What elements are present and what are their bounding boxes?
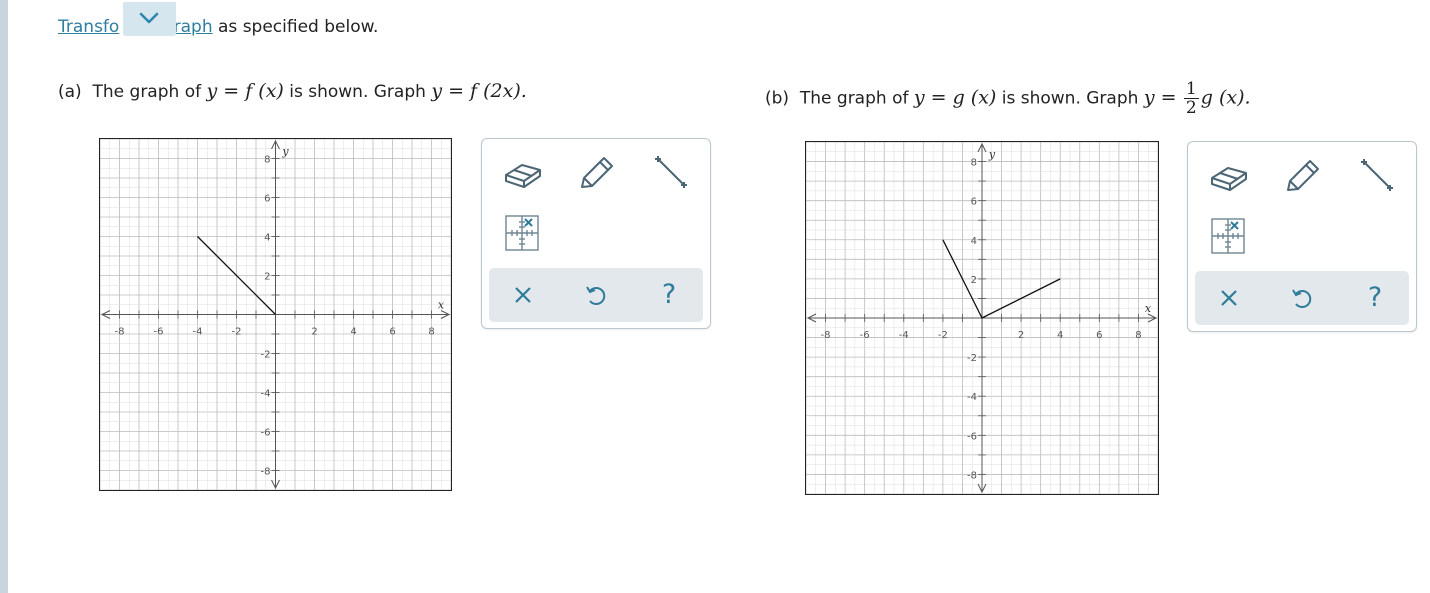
x-tick-label: 8 (428, 327, 434, 338)
y-axis-label: y (988, 148, 996, 161)
tool-panel-b: ? (1187, 141, 1417, 332)
clear-button[interactable] (1211, 280, 1247, 316)
y-axis-label: y (281, 145, 289, 158)
fraction-numerator: 1 (1183, 79, 1199, 99)
y-tick-label: 2 (971, 275, 977, 286)
part-b-heading: (b) The graph of y = g (x) is shown. Gra… (765, 80, 1251, 117)
part-a-target: y = f (2x). (431, 80, 527, 102)
y-tick-label: -6 (261, 428, 271, 439)
toolbar-a: ? (489, 268, 703, 322)
part-a-given: y = f (x) (206, 80, 284, 102)
undo-icon (586, 286, 606, 305)
y-tick-label: -4 (967, 392, 977, 403)
part-a-heading: (a) The graph of y = f (x) is shown. Gra… (58, 80, 527, 103)
instruction-end: as specified below. (212, 17, 379, 37)
eraser-icon (1211, 167, 1247, 191)
x-tick-label: -2 (232, 327, 242, 338)
fraction: 1 2 (1183, 79, 1199, 118)
x-tick-label: -4 (899, 330, 909, 341)
x-tick-label: -6 (154, 327, 164, 338)
fraction-denominator: 2 (1185, 98, 1197, 118)
line-tool[interactable] (1356, 156, 1398, 198)
help-icon: ? (1367, 282, 1383, 313)
x-tick-label: 2 (1018, 330, 1024, 341)
pencil-icon (581, 157, 613, 188)
x-tick-label: 4 (1057, 330, 1063, 341)
x-tick-label: 6 (1096, 330, 1102, 341)
help-button[interactable]: ? (1357, 280, 1393, 316)
transform-link[interactable]: Transfo (58, 17, 119, 37)
graph-a-canvas[interactable]: -8 -6 -4 -2 2 4 6 8 8 6 4 2 -2 -4 -6 -8 x y (100, 139, 451, 490)
y-tick-label: 4 (264, 233, 270, 244)
x-tick-label: 6 (389, 327, 395, 338)
chevron-down-icon (139, 12, 159, 24)
eraser-tool[interactable] (1208, 156, 1250, 198)
x-tick-label: -6 (860, 330, 870, 341)
x-tick-label: 4 (350, 327, 356, 338)
part-b-target-prefix: y = (1143, 86, 1177, 109)
y-tick-label: 8 (264, 155, 270, 166)
point-tool[interactable] (1208, 216, 1250, 258)
x-tick-label: -8 (115, 327, 125, 338)
pencil-icon (1287, 160, 1319, 191)
x-tick-label: 2 (311, 327, 317, 338)
pencil-tool[interactable] (576, 151, 618, 193)
toolbar-b: ? (1195, 271, 1409, 325)
y-tick-label: -6 (967, 431, 977, 442)
help-button[interactable]: ? (651, 277, 687, 313)
y-tick-label: -8 (261, 467, 271, 478)
x-axis-label: x (438, 299, 445, 312)
point-tool[interactable] (502, 213, 544, 255)
part-b-lead: The graph of (799, 88, 909, 109)
x-tick-label: 8 (1135, 330, 1141, 341)
clear-icon (1221, 290, 1237, 306)
graph-b[interactable]: -8 -6 -4 -2 2 4 6 8 8 6 4 2 -2 -4 -6 -8 x y (805, 141, 1159, 495)
y-tick-label: 6 (264, 194, 270, 205)
x-tick-label: -8 (821, 330, 831, 341)
y-tick-label: -8 (967, 470, 977, 481)
undo-button[interactable] (1284, 280, 1320, 316)
instruction-line: Transfoch graph as specified below. (58, 17, 378, 37)
line-segment-icon (1361, 159, 1393, 191)
collapse-button[interactable] (123, 2, 176, 36)
y-tick-label: -2 (261, 350, 271, 361)
pencil-tool[interactable] (1282, 154, 1324, 196)
part-a-lead: The graph of (92, 82, 202, 102)
part-a-middle: is shown. Graph (289, 82, 426, 102)
y-tick-label: 2 (264, 272, 270, 283)
y-tick-label: 4 (971, 236, 977, 247)
clear-icon (515, 287, 531, 303)
line-segment-icon (655, 156, 687, 188)
y-tick-label: -2 (967, 353, 977, 364)
x-tick-label: -2 (938, 330, 948, 341)
line-tool[interactable] (650, 153, 692, 195)
y-tick-label: 8 (971, 158, 977, 169)
x-axis-label: x (1145, 302, 1152, 315)
x-tick-label: -4 (193, 327, 203, 338)
eraser-icon (505, 164, 541, 188)
part-b-label: (b) (765, 88, 790, 109)
part-b-given: y = g (x) (913, 86, 997, 109)
part-a-label: (a) (58, 82, 82, 102)
eraser-tool[interactable] (502, 153, 544, 195)
graph-a[interactable]: -8 -6 -4 -2 2 4 6 8 8 6 4 2 -2 -4 -6 -8 x y (99, 138, 452, 491)
part-b-target-suffix: g (x). (1200, 86, 1251, 109)
graph-b-canvas[interactable]: -8 -6 -4 -2 2 4 6 8 8 6 4 2 -2 -4 -6 -8 x y (806, 142, 1158, 494)
point-grid-icon (505, 215, 539, 251)
point-grid-icon (1211, 218, 1245, 254)
undo-button[interactable] (578, 277, 614, 313)
part-b-middle: is shown. Graph (1001, 88, 1139, 109)
clear-button[interactable] (505, 277, 541, 313)
left-rail (0, 0, 8, 593)
y-tick-label: -4 (261, 389, 271, 400)
tool-panel-a: ? (481, 138, 711, 329)
help-icon: ? (661, 279, 677, 310)
undo-icon (1292, 289, 1312, 308)
y-tick-label: 6 (971, 197, 977, 208)
